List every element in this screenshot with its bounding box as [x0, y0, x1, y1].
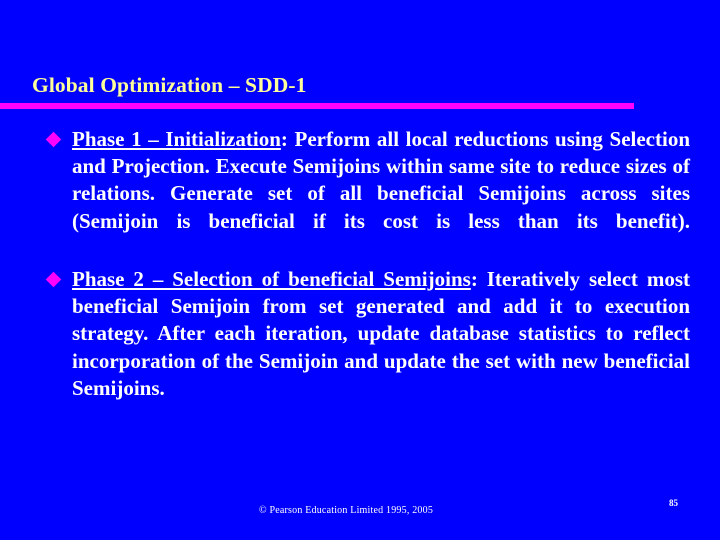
- copyright-notice: © Pearson Education Limited 1995, 2005: [258, 505, 434, 516]
- page-title: Global Optimization – SDD-1: [32, 73, 307, 97]
- phase-separator: :: [470, 267, 487, 292]
- diamond-bullet-icon: [45, 131, 62, 148]
- slide-title-block: Global Optimization – SDD-1: [0, 72, 720, 112]
- title-divider: [0, 103, 634, 109]
- slide-page-number: 85: [669, 498, 678, 508]
- slide-body: Phase 1 – Initialization: Perform all lo…: [0, 126, 720, 433]
- bullet-paragraph: Phase 2 – Selection of beneficial Semijo…: [72, 266, 690, 429]
- list-item: Phase 2 – Selection of beneficial Semijo…: [0, 266, 720, 429]
- bullet-paragraph: Phase 1 – Initialization: Perform all lo…: [72, 126, 690, 262]
- list-item: Phase 1 – Initialization: Perform all lo…: [0, 126, 720, 262]
- phase-separator: :: [280, 127, 295, 151]
- phase-heading: Phase 2 – Selection of beneficial Semijo…: [72, 267, 471, 292]
- diamond-bullet-icon: [45, 271, 62, 288]
- phase-heading: Phase 1 – Initialization: [72, 127, 281, 151]
- slide-canvas: Global Optimization – SDD-1 Phase 1 – In…: [0, 0, 720, 540]
